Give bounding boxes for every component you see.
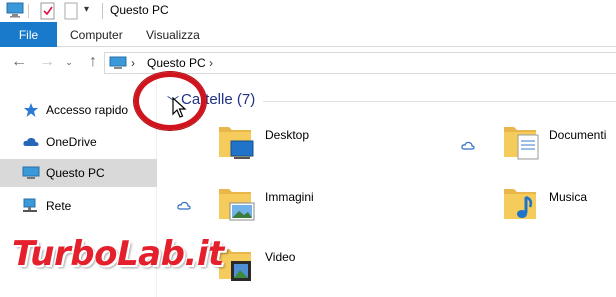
cloud-status-icon <box>177 201 191 210</box>
computer-icon <box>109 56 127 69</box>
up-arrow-icon[interactable]: ↑ <box>84 53 102 71</box>
computer-icon <box>22 166 40 179</box>
window-title: Questo PC <box>110 3 169 17</box>
sidebar-item-label: OneDrive <box>46 135 97 149</box>
sidebar-item-questo-pc[interactable]: Questo PC <box>0 159 157 187</box>
qat-dropdown-icon[interactable]: ▾ <box>84 4 89 15</box>
new-folder-icon[interactable] <box>64 2 78 20</box>
sidebar-item-onedrive[interactable]: OneDrive <box>0 128 157 156</box>
sidebar-item-label: Rete <box>46 199 72 213</box>
highlight-circle <box>134 72 206 130</box>
cloud-icon <box>23 137 39 146</box>
forward-arrow-icon[interactable]: → <box>38 53 56 71</box>
ribbon: File Computer Visualizza <box>0 22 616 47</box>
recent-locations-chevron-icon[interactable]: ⌄ <box>60 53 78 71</box>
navigation-bar: ← → ⌄ ↑ › Questo PC › <box>0 47 616 79</box>
mouse-cursor-icon <box>172 97 187 118</box>
folder-label-documenti[interactable]: Documenti <box>549 128 606 142</box>
title-separator <box>102 3 103 19</box>
sidebar-item-rete[interactable]: Rete <box>0 192 157 220</box>
pictures-folder-icon[interactable] <box>215 183 255 223</box>
back-arrow-icon[interactable]: ← <box>10 53 28 71</box>
tab-computer[interactable]: Computer <box>70 22 123 47</box>
breadcrumb-chevron-icon[interactable]: › <box>131 56 135 70</box>
music-folder-icon[interactable] <box>500 183 540 223</box>
folder-label-video[interactable]: Video <box>265 250 295 264</box>
folder-label-immagini[interactable]: Immagini <box>265 190 314 204</box>
computer-icon[interactable] <box>6 2 24 18</box>
sidebar-item-label: Questo PC <box>46 166 105 180</box>
title-bar: ▾ Questo PC <box>0 0 616 22</box>
breadcrumb-questo-pc[interactable]: Questo PC <box>147 56 206 70</box>
star-icon <box>24 103 38 117</box>
breadcrumb-chevron-icon[interactable]: › <box>209 56 213 70</box>
tab-file[interactable]: File <box>0 22 57 47</box>
address-bar[interactable]: › Questo PC › <box>104 52 616 74</box>
group-divider <box>263 101 616 102</box>
watermark-text: TurboLab.it <box>12 234 224 274</box>
desktop-folder-icon[interactable] <box>215 121 255 161</box>
sidebar-item-label: Accesso rapido <box>46 103 129 117</box>
tab-visualizza[interactable]: Visualizza <box>146 22 200 47</box>
network-icon <box>23 198 37 212</box>
folder-label-musica[interactable]: Musica <box>549 190 587 204</box>
properties-icon[interactable] <box>40 2 56 20</box>
cloud-status-icon <box>461 141 475 150</box>
documents-folder-icon[interactable] <box>500 121 540 161</box>
qat-separator <box>28 4 29 18</box>
folder-label-desktop[interactable]: Desktop <box>265 128 309 142</box>
